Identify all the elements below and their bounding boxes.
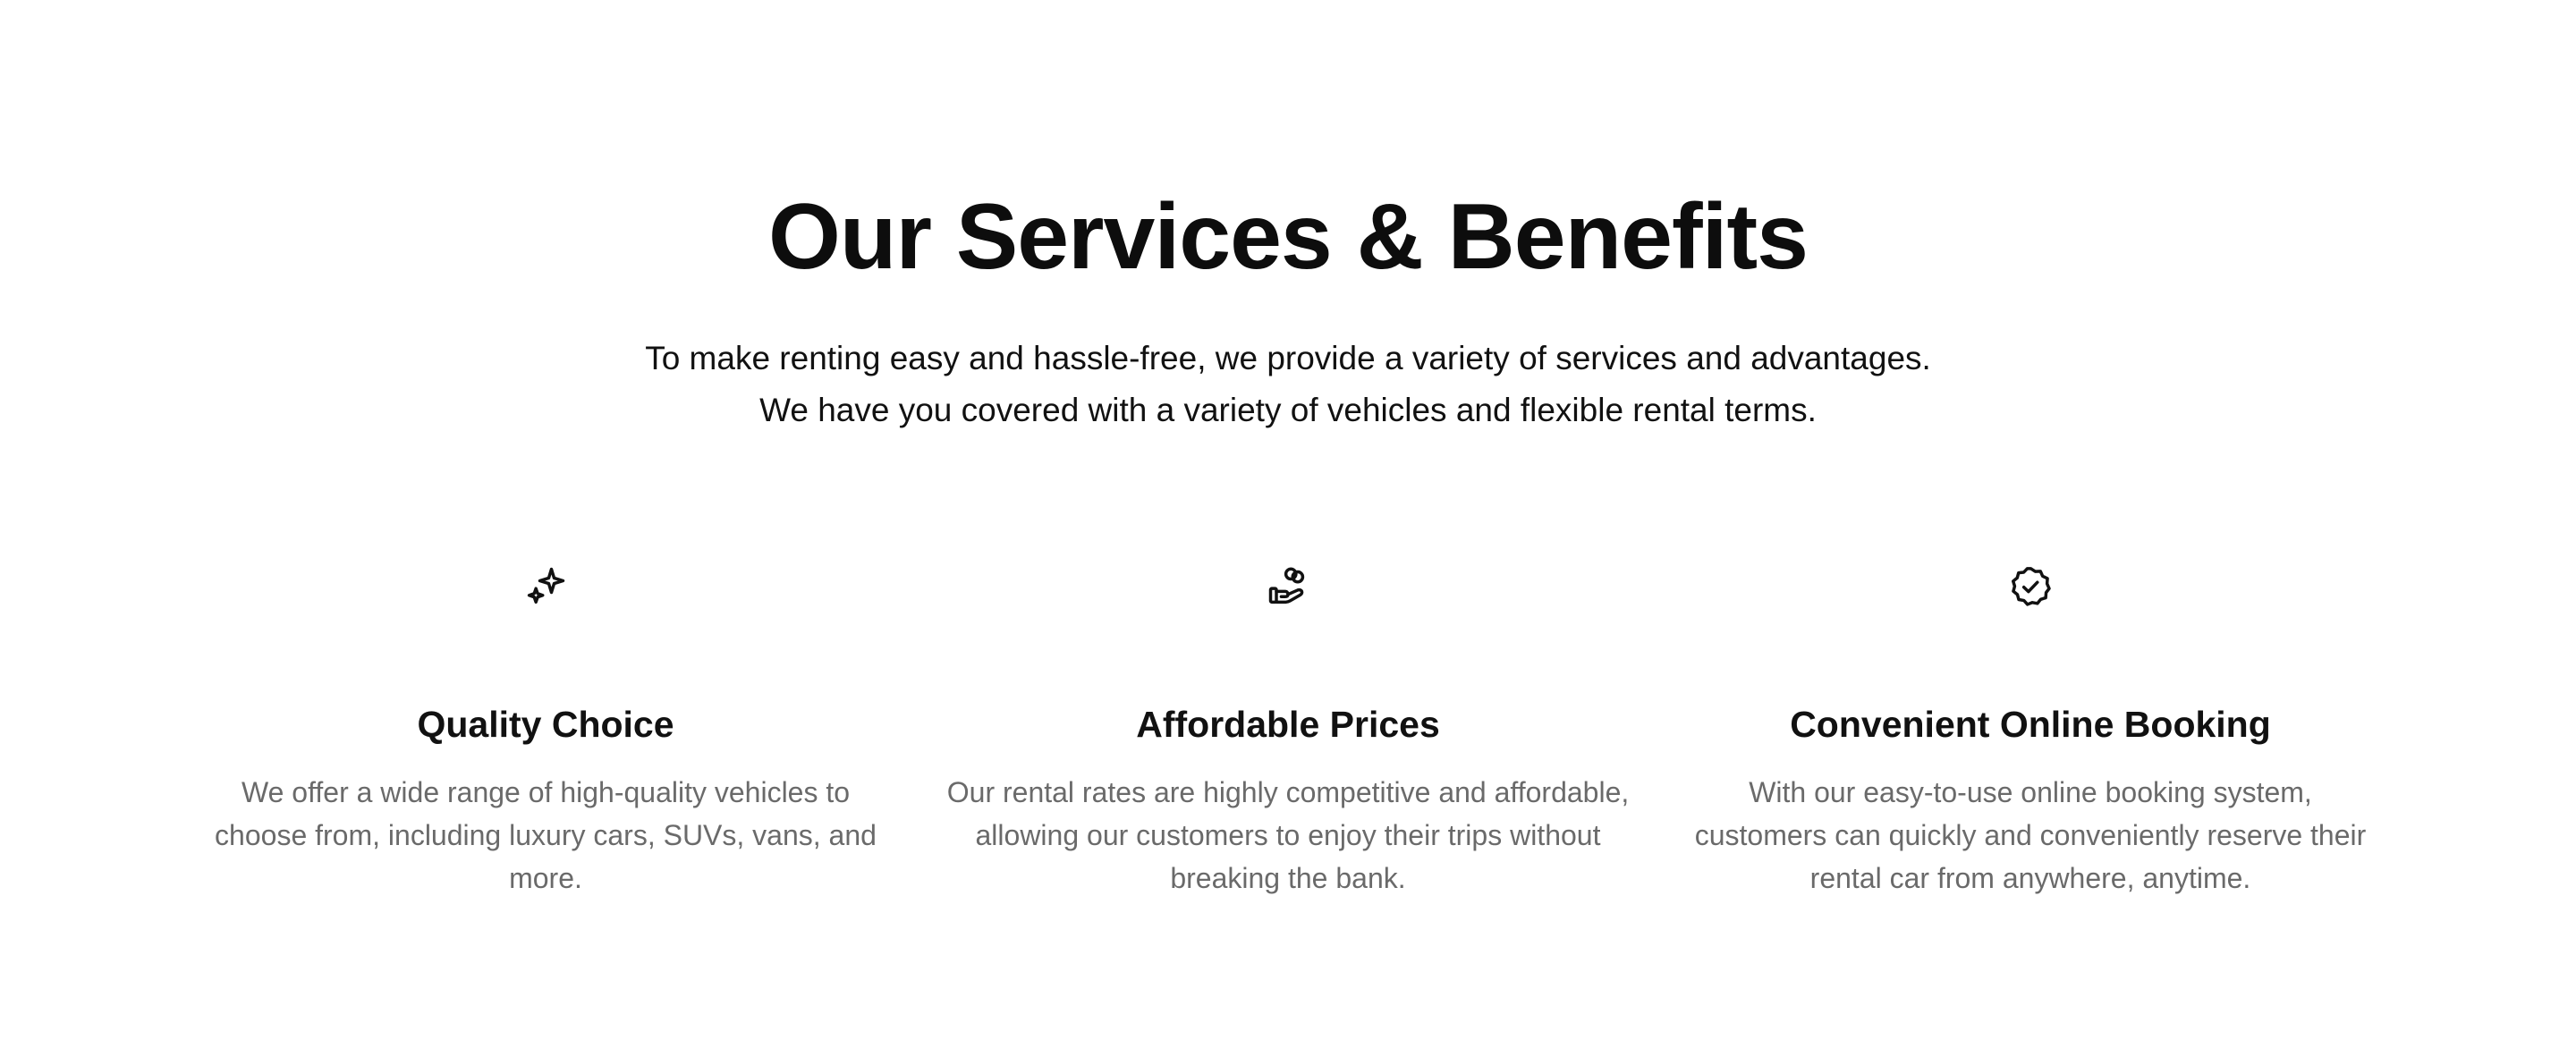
- services-benefits-section: Our Services & Benefits To make renting …: [0, 0, 2576, 1048]
- feature-title: Quality Choice: [417, 704, 674, 745]
- section-title: Our Services & Benefits: [768, 185, 1809, 289]
- feature-affordable-prices: Affordable Prices Our rental rates are h…: [944, 563, 1632, 900]
- feature-description: Our rental rates are highly competitive …: [946, 776, 1630, 894]
- hand-coins-icon: [1265, 563, 1311, 610]
- feature-convenient-online-booking: Convenient Online Booking With our easy-…: [1682, 563, 2379, 900]
- feature-title: Affordable Prices: [1136, 704, 1440, 745]
- feature-title: Convenient Online Booking: [1790, 704, 2271, 745]
- feature-description: We offer a wide range of high-quality ve…: [215, 776, 877, 894]
- feature-description: With our easy-to-use online booking syst…: [1694, 776, 2367, 894]
- sparkles-icon: [522, 563, 569, 610]
- section-intro: To make renting easy and hassle-free, we…: [645, 340, 1931, 428]
- feature-quality-choice: Quality Choice We offer a wide range of …: [206, 563, 886, 900]
- badge-check-icon: [2007, 563, 2054, 610]
